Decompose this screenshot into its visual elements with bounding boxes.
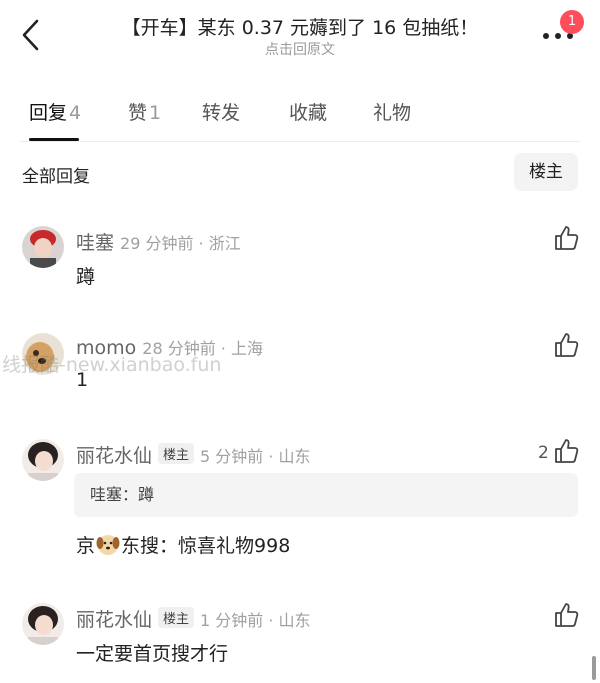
- owner-only-filter-button[interactable]: 楼主: [514, 153, 578, 191]
- back-to-original-link[interactable]: 点击回原文: [0, 39, 600, 59]
- tab-label: 转发: [202, 102, 241, 124]
- tab-label: 赞: [128, 102, 148, 124]
- thumbs-up-icon[interactable]: [552, 224, 580, 252]
- username[interactable]: 哇塞: [76, 232, 114, 254]
- avatar[interactable]: [22, 603, 64, 645]
- owner-badge: 楼主: [158, 443, 195, 464]
- timestamp-location: 29 分钟前 · 浙江: [120, 234, 241, 253]
- thumbs-up-icon[interactable]: [552, 331, 580, 359]
- dog-emoji-icon: [96, 535, 120, 555]
- username[interactable]: 丽花水仙: [76, 445, 152, 467]
- tab-label: 收藏: [289, 102, 328, 124]
- tab-gifts[interactable]: 礼物: [373, 98, 411, 125]
- quoted-reply[interactable]: 哇塞：蹲: [74, 473, 578, 517]
- all-replies-label: 全部回复: [22, 167, 90, 187]
- tab-likes[interactable]: 赞1: [128, 98, 161, 125]
- tab-label: 礼物: [373, 102, 412, 124]
- tab-label: 回复: [29, 102, 68, 124]
- timestamp-location: 1 分钟前 · 山东: [200, 611, 311, 630]
- owner-badge: 楼主: [158, 607, 195, 628]
- avatar[interactable]: [22, 439, 64, 481]
- tab-reposts[interactable]: 转发: [202, 98, 240, 125]
- username[interactable]: 丽花水仙: [76, 609, 152, 631]
- tab-replies[interactable]: 回复 4: [29, 98, 81, 125]
- timestamp-location: 5 分钟前 · 山东: [200, 447, 311, 466]
- comment-meta: 丽花水仙 楼主 1 分钟前 · 山东: [76, 605, 311, 632]
- watermark: 线报酷-new.xianbao.fun: [2, 354, 222, 376]
- comment-text-part: 京: [76, 535, 96, 557]
- tab-count: 1: [149, 102, 162, 124]
- comment-text-part: 东搜：惊喜礼物998: [121, 535, 291, 557]
- comment-meta: 丽花水仙 楼主 5 分钟前 · 山东: [76, 441, 311, 468]
- thumbs-up-icon[interactable]: [552, 437, 580, 465]
- comment-meta: 哇塞 29 分钟前 · 浙江: [76, 228, 241, 255]
- like-count: 2: [538, 443, 549, 463]
- comment-text: 蹲: [76, 266, 96, 288]
- comment-text: 一定要首页搜才行: [76, 643, 229, 665]
- divider: [20, 141, 580, 142]
- avatar[interactable]: [22, 226, 64, 268]
- post-title[interactable]: 【开车】某东 0.37 元薅到了 16 包抽纸！: [90, 13, 510, 40]
- top-bar: 【开车】某东 0.37 元薅到了 16 包抽纸！ 点击回原文 1: [0, 0, 600, 66]
- notification-badge: 1: [560, 10, 584, 34]
- thumbs-up-icon[interactable]: [552, 601, 580, 629]
- tab-count: 4: [69, 102, 82, 124]
- tab-favorites[interactable]: 收藏: [289, 98, 327, 125]
- scrollbar[interactable]: [592, 656, 596, 680]
- comment-text: 京 东搜：惊喜礼物998: [76, 531, 290, 558]
- tab-bar: 回复 4 赞1 转发 收藏 礼物: [0, 84, 600, 142]
